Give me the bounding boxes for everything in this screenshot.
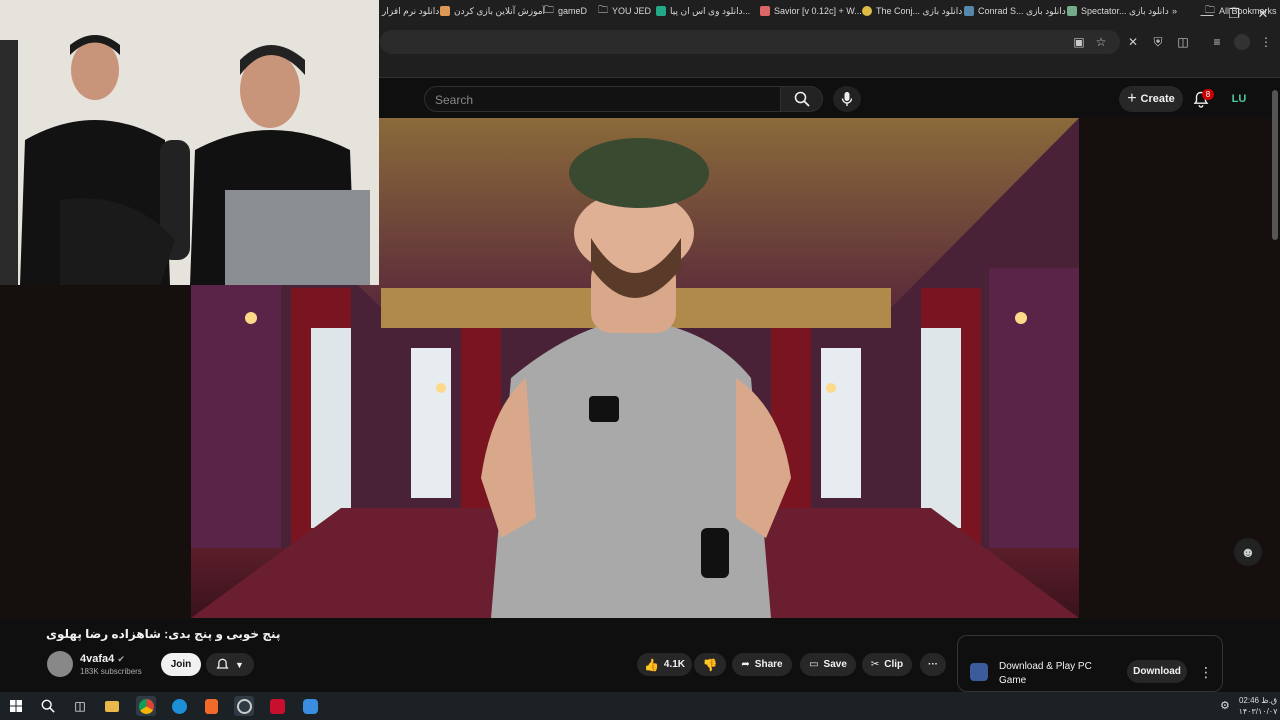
- windows-start-icon[interactable]: [6, 696, 26, 716]
- bookmark-label: Savior [v 0.12c] + W...: [774, 6, 862, 16]
- plus-icon: +: [1127, 90, 1137, 107]
- bookmark-favicon-icon: [1067, 6, 1077, 16]
- bookmark-item[interactable]: Conrad S... دانلود بازی: [964, 4, 1066, 18]
- search-input[interactable]: Search: [424, 86, 781, 112]
- create-label: Create: [1140, 93, 1175, 105]
- more-dots-icon: ···: [928, 659, 938, 670]
- share-arrow-icon: ➦: [741, 659, 750, 670]
- browser-menu-icon[interactable]: ⋮: [1258, 34, 1274, 50]
- channel-avatar[interactable]: [47, 651, 73, 677]
- shield-extension-icon[interactable]: ⛨: [1150, 34, 1166, 50]
- notification-count-badge: 8: [1202, 89, 1214, 100]
- edge-icon[interactable]: [169, 696, 189, 716]
- bookmark-label: Conrad S... دانلود بازی: [978, 5, 1066, 16]
- bell-icon: [216, 658, 229, 669]
- folder-icon: 🗀: [544, 4, 554, 16]
- chrome-icon[interactable]: [136, 696, 156, 716]
- all-bookmarks-label: All Bookmarks: [1219, 6, 1277, 16]
- clip-button[interactable]: ✂ Clip: [862, 653, 912, 676]
- ad-menu-icon[interactable]: ⋮: [1199, 664, 1213, 681]
- bookmark-label: The Conj... دانلود بازی: [876, 5, 963, 16]
- save-button[interactable]: ▭ Save: [800, 653, 856, 676]
- bookmark-label: آموزش آنلاین بازی کردن: [454, 5, 546, 16]
- subscriber-count: 183K subscribers: [80, 667, 142, 676]
- clock-time: 02:46 ق.ظ: [1238, 696, 1278, 705]
- subscription-notifications-button[interactable]: ▼: [206, 653, 254, 676]
- bookmark-label: دانلود وی اس ان پیا...: [670, 5, 751, 16]
- brave-icon[interactable]: [201, 696, 221, 716]
- microphone-icon: [841, 92, 853, 106]
- extensions-puzzle-icon[interactable]: ◫: [1175, 34, 1191, 50]
- messenger-app-icon[interactable]: [300, 696, 320, 716]
- bookmarks-overflow-icon[interactable]: »: [1172, 4, 1177, 18]
- bookmark-item[interactable]: دانلود نرم افزار: [382, 4, 439, 18]
- media-controls-icon[interactable]: ≡: [1209, 34, 1225, 50]
- thumbs-up-icon: 👍: [643, 657, 659, 672]
- scissors-icon: ✂: [870, 659, 880, 670]
- share-label: Share: [754, 659, 783, 670]
- clip-label: Clip: [884, 659, 904, 670]
- bookmark-favicon-icon: [440, 6, 450, 16]
- bookmark-star-icon[interactable]: ☆: [1093, 34, 1109, 50]
- bookmark-folder[interactable]: 🗀 YOU JED: [598, 4, 651, 18]
- create-button[interactable]: + Create: [1119, 86, 1183, 112]
- bookmark-label: YOU JED: [612, 6, 652, 16]
- extension-x-icon[interactable]: ✕: [1125, 34, 1141, 50]
- more-actions-button[interactable]: ···: [920, 653, 946, 676]
- video-title: پنج خوبی و پنج بدی: شاهزاده رضا پهلوی: [46, 627, 281, 641]
- bookmark-label: Spectator... دانلود بازی: [1081, 5, 1169, 16]
- bookmark-favicon-icon: [760, 6, 770, 16]
- verified-check-icon: ✔: [117, 654, 125, 664]
- task-view-icon[interactable]: ◫: [70, 696, 90, 716]
- bookmark-favicon-icon: [862, 6, 872, 16]
- channel-name-text: 4vafa4: [80, 653, 115, 665]
- taskbar-search-icon[interactable]: [38, 696, 58, 716]
- clock-date: ۱۴۰۳/۱۰/۰۷: [1238, 707, 1278, 716]
- account-avatar[interactable]: LU: [1228, 88, 1250, 110]
- bookmark-favicon-icon: [964, 6, 974, 16]
- bookmark-item[interactable]: Savior [v 0.12c] + W...: [760, 4, 862, 18]
- join-button[interactable]: Join: [161, 653, 201, 676]
- file-explorer-icon[interactable]: [102, 696, 122, 716]
- folder-icon: 🗀: [1205, 4, 1215, 16]
- network-icon[interactable]: ⚙: [1220, 699, 1230, 712]
- address-bar[interactable]: [380, 30, 1120, 54]
- thumbs-down-icon: 👎: [702, 657, 718, 672]
- install-app-icon[interactable]: ▣: [1071, 34, 1087, 50]
- webcam-overlay: [0, 0, 379, 285]
- game-app-icon[interactable]: [234, 696, 254, 716]
- voice-search-button[interactable]: [833, 86, 861, 112]
- channel-name[interactable]: 4vafa4 ✔: [80, 653, 125, 665]
- ad-app-icon: [970, 663, 988, 681]
- profile-icon[interactable]: [1234, 34, 1250, 50]
- bookmark-label: دانلود نرم افزار: [382, 5, 440, 16]
- chevron-down-icon: ▼: [235, 659, 244, 670]
- bookmark-item[interactable]: دانلود وی اس ان پیا...: [656, 4, 750, 18]
- bookmark-item[interactable]: آموزش آنلاین بازی کردن: [440, 4, 545, 18]
- ad-title: Download & Play PC Game: [999, 661, 1092, 686]
- screen: — ❐ ✕ ▣ ☆ ✕ ⛨ ◫ ≡ ⋮ دانلود نرم افزار آمو…: [0, 0, 1280, 720]
- bookmark-favicon-icon: [656, 6, 666, 16]
- search-icon: [794, 91, 810, 107]
- bookmark-folder[interactable]: 🗀 gameD: [544, 4, 587, 18]
- taskbar-clock[interactable]: 02:46 ق.ظ ۱۴۰۳/۱۰/۰۷: [1236, 695, 1280, 717]
- folder-icon: 🗀: [598, 4, 608, 16]
- like-button[interactable]: 👍 4.1K: [637, 653, 692, 676]
- bookmark-label: gameD: [558, 6, 588, 16]
- dislike-button[interactable]: 👎: [694, 653, 726, 676]
- save-playlist-icon: ▭: [809, 659, 819, 670]
- share-button[interactable]: ➦ Share: [732, 653, 792, 676]
- page-scrollbar[interactable]: [1272, 90, 1278, 240]
- webcam-image: [0, 0, 379, 285]
- windows-taskbar: [0, 692, 1280, 720]
- search-button[interactable]: [781, 86, 823, 112]
- save-label: Save: [823, 659, 847, 670]
- vivaldi-icon[interactable]: [267, 696, 287, 716]
- floating-extension-icon[interactable]: ☻: [1234, 538, 1262, 566]
- like-count: 4.1K: [663, 659, 686, 670]
- bookmark-item[interactable]: The Conj... دانلود بازی: [862, 4, 962, 18]
- all-bookmarks[interactable]: 🗀 All Bookmarks: [1205, 4, 1277, 18]
- bookmark-item[interactable]: Spectator... دانلود بازی: [1067, 4, 1169, 18]
- download-button[interactable]: Download: [1127, 660, 1187, 683]
